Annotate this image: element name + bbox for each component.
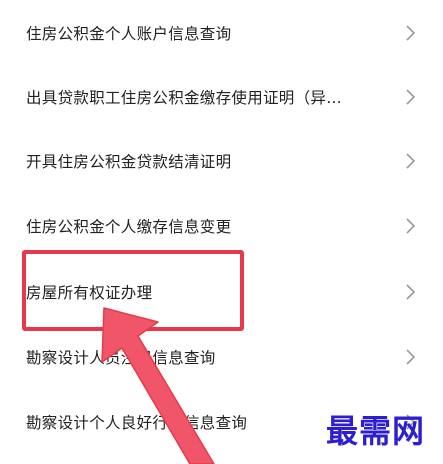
- menu-item-label: 住房公积金个人账户信息查询: [26, 25, 232, 43]
- watermark-logo: 最需网: [325, 412, 425, 450]
- chevron-right-icon: [403, 23, 419, 43]
- menu-item-loan-settlement[interactable]: 开具住房公积金贷款结清证明: [0, 141, 443, 181]
- chevron-right-icon: [403, 282, 419, 302]
- menu-item-label: 勘察设计人员注册信息查询: [26, 349, 216, 367]
- menu-item-label: 房屋所有权证办理: [26, 284, 153, 302]
- chevron-right-icon: [403, 216, 419, 236]
- menu-item-label: 勘察设计个人良好行为信息查询: [26, 414, 248, 432]
- menu-item-deposit-info-change[interactable]: 住房公积金个人缴存信息变更: [0, 206, 443, 246]
- chevron-right-icon: [403, 151, 419, 171]
- chevron-right-icon: [403, 87, 419, 107]
- menu-item-account-query[interactable]: 住房公积金个人账户信息查询: [0, 13, 443, 53]
- menu-item-label: 住房公积金个人缴存信息变更: [26, 218, 232, 236]
- menu-item-label: 出具贷款职工住房公积金缴存使用证明（异…: [26, 89, 343, 107]
- app-screen: 住房公积金个人账户信息查询 出具贷款职工住房公积金缴存使用证明（异… 开具住房公…: [0, 0, 443, 464]
- menu-item-deposit-certificate[interactable]: 出具贷款职工住房公积金缴存使用证明（异…: [0, 77, 443, 117]
- menu-item-surveyor-registration[interactable]: 勘察设计人员注册信息查询: [0, 337, 443, 377]
- menu-item-label: 开具住房公积金贷款结清证明: [26, 153, 232, 171]
- chevron-right-icon: [403, 347, 419, 367]
- menu-item-property-certificate[interactable]: 房屋所有权证办理: [0, 272, 443, 312]
